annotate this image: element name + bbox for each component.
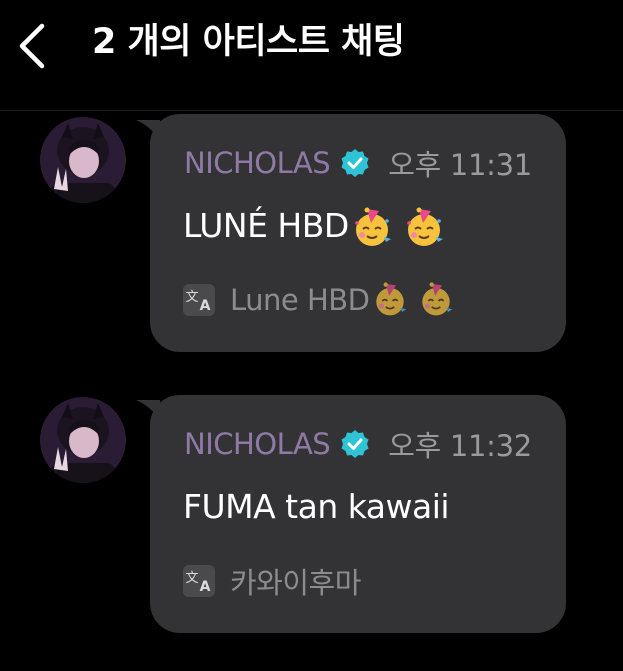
partying-face-emoji	[372, 282, 408, 318]
message-text-row: LUNÉ HBD	[183, 206, 453, 249]
message-text: LUNÉ HBD	[183, 206, 349, 245]
svg-text:A: A	[200, 298, 211, 314]
chevron-left-icon	[19, 23, 45, 69]
translation-row: 文 A Lune HBD	[182, 280, 462, 320]
header-divider	[0, 110, 623, 111]
avatar[interactable]	[40, 117, 126, 203]
translate-icon[interactable]: 文 A	[182, 564, 216, 598]
message-timestamp: 오후 11:31	[388, 148, 532, 182]
chat-header: 2 개의 아티스트 채팅	[0, 0, 623, 92]
partying-face-emoji	[351, 207, 393, 249]
partying-face-emoji	[403, 207, 445, 249]
translation-row: 文 A 카와이후마	[182, 561, 361, 601]
svg-text:A: A	[200, 579, 211, 595]
sender-name: NICHOLAS	[184, 146, 331, 180]
translation-text: 카와이후마	[230, 566, 361, 600]
page-title: 2 개의 아티스트 채팅	[92, 22, 405, 62]
sender-name: NICHOLAS	[184, 427, 331, 461]
avatar[interactable]	[40, 397, 126, 483]
translation-text: Lune HBD	[230, 283, 370, 317]
back-button[interactable]	[14, 22, 54, 70]
verified-badge-icon	[340, 148, 370, 178]
message-text: FUMA tan kawaii	[183, 487, 450, 526]
message-meta: NICHOLAS 오후 11:31	[184, 138, 532, 188]
partying-face-emoji	[418, 282, 454, 318]
message-timestamp: 오후 11:32	[388, 429, 532, 463]
svg-text:文: 文	[185, 571, 198, 586]
verified-badge-icon	[340, 429, 370, 459]
message-bubble[interactable]: NICHOLAS 오후 11:32 FUMA tan kawaii 文 A 카와…	[150, 395, 566, 633]
message-meta: NICHOLAS 오후 11:32	[184, 419, 532, 469]
svg-text:文: 文	[185, 290, 198, 305]
message-bubble[interactable]: NICHOLAS 오후 11:31 LUNÉ HBD 文 A Lune HBD	[150, 114, 566, 352]
translate-icon[interactable]: 文 A	[182, 283, 216, 317]
